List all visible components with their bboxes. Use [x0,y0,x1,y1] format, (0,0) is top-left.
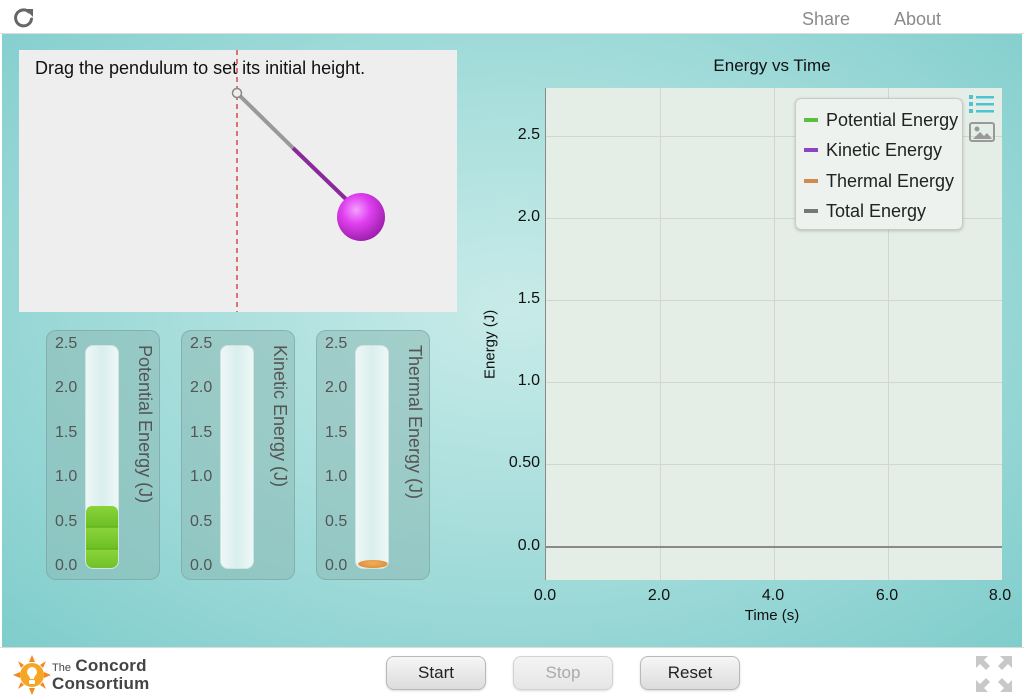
start-button[interactable]: Start [386,656,486,690]
thermal-energy-bar: 2.5 2.0 1.5 1.0 0.5 0.0 Thermal Energy (… [316,330,430,580]
x-tick-label: 0.0 [533,587,557,604]
kinetic-energy-bar: 2.5 2.0 1.5 1.0 0.5 0.0 Kinetic Energy (… [181,330,295,580]
tick-label: 2.0 [190,379,213,396]
legend-label: Total Energy [826,200,927,221]
tick-label: 0.5 [190,513,213,530]
image-icon[interactable] [968,120,996,144]
logo-the: The [52,662,71,674]
tick-label: 1.5 [190,424,213,441]
x-tick-label: 4.0 [761,587,785,604]
gridline [774,88,775,580]
concord-logo-text: The Concord Consortium [52,656,150,693]
fullscreen-icon[interactable] [974,654,1014,694]
potential-energy-bar: 2.5 2.0 1.5 1.0 0.5 0.0 Potential Energy… [46,330,160,580]
total-energy-line [546,546,1002,548]
legend-item: Potential Energy [804,105,958,135]
graph-title: Energy vs Time [713,56,831,75]
bar-title: Thermal Energy (J) [405,345,425,500]
reload-icon[interactable] [12,6,36,30]
y-tick-label: 2.5 [517,126,540,143]
bottom-bar: The Concord Consortium Start Stop Reset [0,647,1024,700]
y-tick-label: 0.50 [508,454,540,471]
tick-label: 2.0 [325,379,348,396]
legend-item: Thermal Energy [804,166,954,196]
reset-button[interactable]: Reset [640,656,740,690]
chart-legend: Potential Energy Kinetic Energy Thermal … [795,98,963,230]
tick-label: 1.5 [55,424,78,441]
bar-title: Potential Energy (J) [135,345,155,504]
tick-label: 2.5 [325,335,348,352]
potential-energy-fill [86,506,118,568]
tick-label: 0.5 [55,513,78,530]
tick-label: 1.0 [55,468,78,485]
tick-label: 2.5 [190,335,213,352]
tick-label: 1.0 [325,468,348,485]
x-axis-label: Time (s) [744,607,800,624]
logo-concord: Concord [75,656,147,675]
x-tick-label: 2.0 [647,587,671,604]
pendulum-panel: Drag the pendulum to set its initial hei… [19,50,457,312]
y-axis-label: Energy (J) [481,309,499,379]
thermal-energy-fill [358,560,388,568]
energy-tube [220,345,254,569]
tick-label: 2.5 [55,335,78,352]
bar-title: Kinetic Energy (J) [270,345,290,488]
simulation-stage: Drag the pendulum to set its initial hei… [2,34,1022,647]
tick-label: 0.5 [325,513,348,530]
pendulum-instruction: Drag the pendulum to set its initial hei… [35,58,366,78]
list-icon[interactable] [968,92,996,116]
energy-tube [85,345,119,569]
x-tick-label: 6.0 [875,587,899,604]
x-tick-label: 8.0 [988,587,1012,604]
gridline [546,382,1002,383]
tick-label: 0.0 [55,557,78,574]
tick-label: 2.0 [55,379,78,396]
tick-label: 0.0 [325,557,348,574]
legend-item: Total Energy [804,196,926,226]
pendulum-bob[interactable] [337,193,385,241]
energy-tube [355,345,389,569]
gridline [660,88,661,580]
tick-label: 0.0 [190,557,213,574]
share-link[interactable]: Share [802,9,850,30]
gridline [546,464,1002,465]
legend-swatch [804,148,818,152]
stop-button[interactable]: Stop [513,656,613,690]
legend-item: Kinetic Energy [804,135,942,165]
legend-label: Potential Energy [826,109,959,130]
legend-swatch [804,118,818,122]
legend-label: Kinetic Energy [826,139,943,160]
legend-swatch [804,209,818,213]
legend-swatch [804,179,818,183]
concord-logo-icon [13,655,51,695]
y-tick-label: 0.0 [517,537,540,554]
pivot-point [231,87,243,99]
pendulum-string [235,91,295,150]
top-bar: Share About [0,0,1024,34]
about-link[interactable]: About [894,9,941,30]
pendulum-drawing [231,50,385,312]
y-tick-label: 2.0 [517,208,540,225]
gridline [546,300,1002,301]
tick-label: 1.5 [325,424,348,441]
pendulum-rod [291,146,351,204]
legend-label: Thermal Energy [826,170,955,191]
tick-label: 1.0 [190,468,213,485]
logo-consortium: Consortium [52,674,150,693]
